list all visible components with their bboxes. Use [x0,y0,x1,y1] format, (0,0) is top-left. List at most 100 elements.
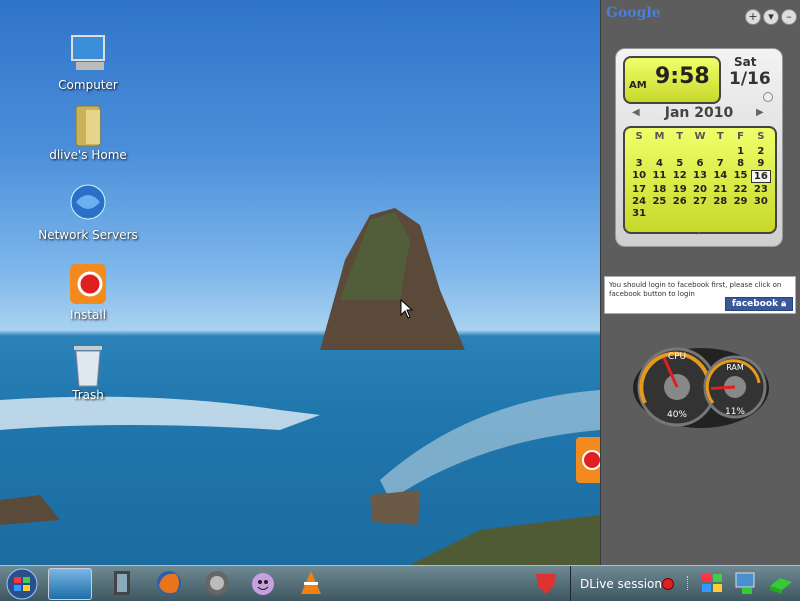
google-logo: Google [606,5,661,21]
logo-text: Google [606,5,661,21]
desktop-icon-label: Install [69,308,107,322]
ampm-label: AM [629,80,647,91]
sidebar-minimize-button[interactable]: – [781,9,797,25]
weekday-label: F [737,131,744,142]
gimp-launcher[interactable] [200,568,234,598]
facebook-login-button[interactable]: facebook 🔒︎ [724,297,793,311]
calendar-day-empty [670,146,690,157]
desktop-icon-trash[interactable]: Trash [38,342,138,402]
calendar-day-empty [710,208,730,219]
desktop-icon-computer[interactable]: Computer [38,32,138,92]
firefox-launcher[interactable] [152,568,186,598]
calendar-day[interactable]: 2 [751,146,771,157]
calendar-days: 1 2 3 4 5 6 7 8 9 10 11 12 13 14 15 16 17 18 19 20 21 22 23 24 2… [629,146,771,219]
calendar-day[interactable]: 6 [690,158,710,169]
calendar-day[interactable]: 18 [649,184,669,195]
calendar-day-empty [730,208,750,219]
calendar-day[interactable]: 19 [670,184,690,195]
calendar-day[interactable]: 8 [730,158,750,169]
clock-display: AM 9:58 [623,56,721,104]
calendar-day[interactable]: 26 [670,196,690,207]
calendar-day[interactable]: 7 [710,158,730,169]
calendar-day-empty [690,208,710,219]
desktop-icon-home[interactable]: dlive's Home [38,102,138,162]
ram-value: 11% [725,407,745,417]
mouse-cursor-icon [400,298,414,323]
firefox-icon [157,571,181,595]
weekday-label: T [716,131,724,142]
calendar-day[interactable]: 3 [629,158,649,169]
calendar-day[interactable]: 17 [629,184,649,195]
next-month-button[interactable]: ▶ [756,107,764,118]
desktop-icon-label: Trash [72,388,104,402]
calendar-day[interactable]: 14 [710,170,730,183]
messenger-launcher[interactable] [246,568,280,598]
session-separator [570,566,571,601]
tray-windows-icon[interactable] [698,568,726,598]
calendar-day-empty [629,146,649,157]
calendar-day-empty [690,146,710,157]
tray-display-icon[interactable] [732,568,760,598]
weekday-label: M [654,131,665,142]
clock-calendar-gadget[interactable]: AM 9:58 Sat 1/16 ◀ Jan 2010 ▶ SMTWTFS 12… [615,48,783,247]
calendar-day[interactable]: 1 [730,146,750,157]
calendar-day[interactable]: 15 [730,170,750,183]
add-gadget-button[interactable]: + [745,9,761,25]
install-dock-tab[interactable] [576,437,602,483]
ram-needle [710,385,736,391]
calendar-day[interactable]: 29 [730,196,750,207]
tray-update-icon[interactable] [766,568,794,598]
calendar-day[interactable]: 22 [730,184,750,195]
cpu-ram-meter-gadget[interactable]: CPU 40% RAM 11% [631,343,771,433]
calendar-day[interactable]: 9 [751,158,771,169]
lock-icon: 🔒︎ [781,299,786,309]
desktop-icon-network[interactable]: Network Servers [38,182,138,242]
computer-icon [66,32,110,76]
desktop-icon-label: Network Servers [38,228,138,242]
calendar-grid: SMTWTFS 1 2 3 4 5 6 7 8 9 10 11 12 13 14 15 16 17 18 19 20 2… [623,126,777,234]
calendar-day[interactable]: 13 [690,170,710,183]
file-manager-launcher[interactable] [104,568,138,598]
install-icon [66,262,110,306]
gimp-icon [205,571,229,595]
calendar-day[interactable]: 11 [649,170,669,183]
file-manager-icon [114,571,130,595]
tray-menu-grip[interactable] [687,576,691,590]
calendar-day[interactable]: 27 [690,196,710,207]
tray-network-icon[interactable] [532,568,560,598]
facebook-button-label: facebook [731,299,779,309]
start-orb-icon [6,568,38,600]
vlc-launcher[interactable] [294,568,328,598]
start-menu-button[interactable] [2,568,42,600]
calendar-day-empty [751,208,771,219]
calendar-day[interactable]: 21 [710,184,730,195]
calendar-day[interactable]: 16 [750,170,771,183]
vlc-icon [301,571,321,594]
calendar-day[interactable]: 28 [710,196,730,207]
calendar-day[interactable]: 20 [690,184,710,195]
calendar-day-empty [710,146,730,157]
calendar-day[interactable]: 10 [629,170,649,183]
sidebar-menu-button[interactable]: ▾ [763,9,779,25]
desktop-icon-label: Computer [58,78,118,92]
calendar-day[interactable]: 25 [649,196,669,207]
show-desktop-button[interactable] [48,568,92,600]
calendar-day[interactable]: 12 [670,170,690,183]
trash-icon [66,342,110,387]
date-value: 1/16 [729,69,771,89]
weekday-label: W [694,131,706,142]
calendar-day[interactable]: 30 [751,196,771,207]
session-power-button[interactable] [662,578,674,590]
weekday-header: SMTWTFS [629,131,771,142]
calendar-day[interactable]: 5 [670,158,690,169]
calendar-day[interactable]: 4 [649,158,669,169]
cpu-label: CPU [668,352,686,362]
pidgin-icon [252,573,274,595]
clock-option-dot[interactable] [763,92,773,102]
desktop-icon-install[interactable]: Install [38,262,138,322]
calendar-day[interactable]: 23 [751,184,771,195]
expand-calendar-button[interactable]: ⌃ [616,232,782,242]
calendar-day[interactable]: 31 [629,208,649,219]
calendar-day[interactable]: 24 [629,196,649,207]
calendar-day-empty [670,208,690,219]
